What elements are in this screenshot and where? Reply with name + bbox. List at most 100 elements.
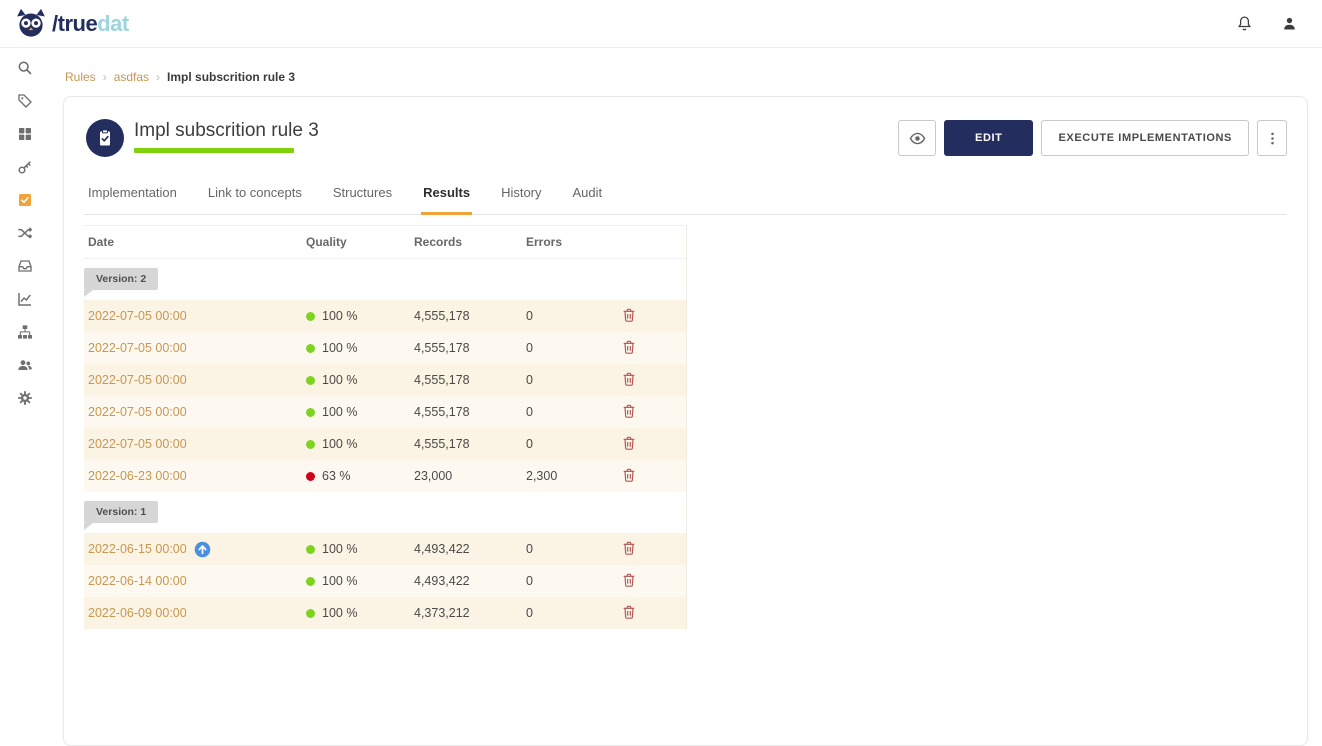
result-row: 2022-06-23 00:0063 %23,0002,300 [84,460,686,492]
delete-result-button[interactable] [620,339,638,357]
errors-value: 0 [522,405,614,419]
delete-result-button[interactable] [620,371,638,389]
edit-button[interactable]: EDIT [944,120,1033,156]
sidebar-item-settings[interactable] [0,381,50,414]
records-value: 4,373,212 [410,606,522,620]
users-icon [17,357,33,373]
tab-results[interactable]: Results [421,173,472,215]
account-user-icon[interactable] [1281,15,1298,32]
quality-status-dot [306,312,315,321]
result-date-link[interactable]: 2022-06-23 00:00 [88,469,187,483]
column-header-errors: Errors [522,235,614,249]
quality-value: 100 % [322,542,357,556]
date-cell: 2022-07-05 00:00 [84,405,302,419]
sidebar-item-search[interactable] [0,51,50,84]
chart-line-icon [17,291,33,307]
sidebar-item-grid[interactable] [0,117,50,150]
tab-structures[interactable]: Structures [331,173,394,215]
action-cell [614,540,685,559]
preview-eye-button[interactable] [898,120,936,156]
quality-cell: 100 % [302,437,410,451]
logo-dat: dat [97,11,129,36]
result-date-link[interactable]: 2022-06-14 00:00 [88,574,187,588]
breadcrumb: Rules›asdfas›Impl subscrition rule 3 [65,70,1308,84]
date-cell: 2022-06-23 00:00 [84,469,302,483]
tab-implementation[interactable]: Implementation [86,173,179,215]
column-header-records: Records [410,235,522,249]
result-date-link[interactable]: 2022-07-05 00:00 [88,437,187,451]
quality-value: 63 % [322,469,351,483]
sidebar-item-sitemap[interactable] [0,315,50,348]
delete-result-button[interactable] [620,604,638,622]
result-date-link[interactable]: 2022-07-05 00:00 [88,373,187,387]
sidebar-item-chart[interactable] [0,282,50,315]
quality-value: 100 % [322,437,357,451]
quality-status-dot [306,440,315,449]
quality-status-dot [306,577,315,586]
trash-icon [621,339,637,355]
sidebar-item-shuffle[interactable] [0,216,50,249]
trash-icon [621,371,637,387]
date-cell: 2022-06-15 00:00 [84,541,302,558]
sidebar-item-key[interactable] [0,150,50,183]
result-row: 2022-07-05 00:00100 %4,555,1780 [84,332,686,364]
sidebar-item-users[interactable] [0,348,50,381]
sidebar-item-inbox[interactable] [0,249,50,282]
result-date-link[interactable]: 2022-07-05 00:00 [88,309,187,323]
kebab-menu-icon [1264,130,1281,147]
quality-status-dot [306,408,315,417]
sidebar-item-quality-rules[interactable] [0,183,50,216]
quality-status-dot [306,609,315,618]
version-badge: Version: 2 [84,268,158,290]
title-wrap: Impl subscrition rule 3 [134,113,319,153]
truedat-logo[interactable]: /truedat [14,8,129,39]
breadcrumb-separator: › [156,70,160,84]
tab-link-to-concepts[interactable]: Link to concepts [206,173,304,215]
shuffle-icon [17,225,33,241]
quality-cell: 63 % [302,469,410,483]
result-date-link[interactable]: 2022-06-09 00:00 [88,606,187,620]
date-cell: 2022-07-05 00:00 [84,341,302,355]
page-title: Impl subscrition rule 3 [134,113,319,142]
errors-value: 0 [522,373,614,387]
tab-history[interactable]: History [499,173,543,215]
sidebar-item-tags[interactable] [0,84,50,117]
breadcrumb-item-1[interactable]: Rules [65,70,96,84]
result-date-link[interactable]: 2022-07-05 00:00 [88,341,187,355]
inbox-icon [17,258,33,274]
column-header-quality: Quality [302,235,410,249]
quality-cell: 100 % [302,606,410,620]
result-date-link[interactable]: 2022-07-05 00:00 [88,405,187,419]
delete-result-button[interactable] [620,403,638,421]
check-square-icon [17,192,33,208]
main-content: Rules›asdfas›Impl subscrition rule 3 Imp… [50,48,1322,587]
results-table: DateQualityRecordsErrors Version: 2 2022-… [84,225,687,629]
column-header-date: Date [84,235,302,249]
delete-result-button[interactable] [620,435,638,453]
breadcrumb-item-3: Impl subscrition rule 3 [167,70,295,84]
delete-result-button[interactable] [620,307,638,325]
notifications-bell-icon[interactable] [1236,15,1253,32]
delete-result-button[interactable] [620,540,638,558]
grid-icon [17,126,33,142]
tab-audit[interactable]: Audit [571,173,605,215]
action-cell [614,403,685,422]
logo-true: true [58,11,98,36]
result-date-link[interactable]: 2022-06-15 00:00 [88,542,187,556]
execute-implementations-button[interactable]: EXECUTE IMPLEMENTATIONS [1041,120,1249,156]
quality-value: 100 % [322,373,357,387]
errors-value: 0 [522,437,614,451]
trash-icon [621,435,637,451]
date-cell: 2022-06-14 00:00 [84,574,302,588]
more-options-button[interactable] [1257,120,1287,156]
trash-icon [621,403,637,419]
delete-result-button[interactable] [620,467,638,485]
breadcrumb-item-2[interactable]: asdfas [114,70,149,84]
quality-value: 100 % [322,606,357,620]
action-cell [614,604,685,623]
errors-value: 0 [522,606,614,620]
result-row: 2022-07-05 00:00100 %4,555,1780 [84,428,686,460]
errors-value: 0 [522,309,614,323]
records-value: 4,555,178 [410,309,522,323]
quality-cell: 100 % [302,373,410,387]
